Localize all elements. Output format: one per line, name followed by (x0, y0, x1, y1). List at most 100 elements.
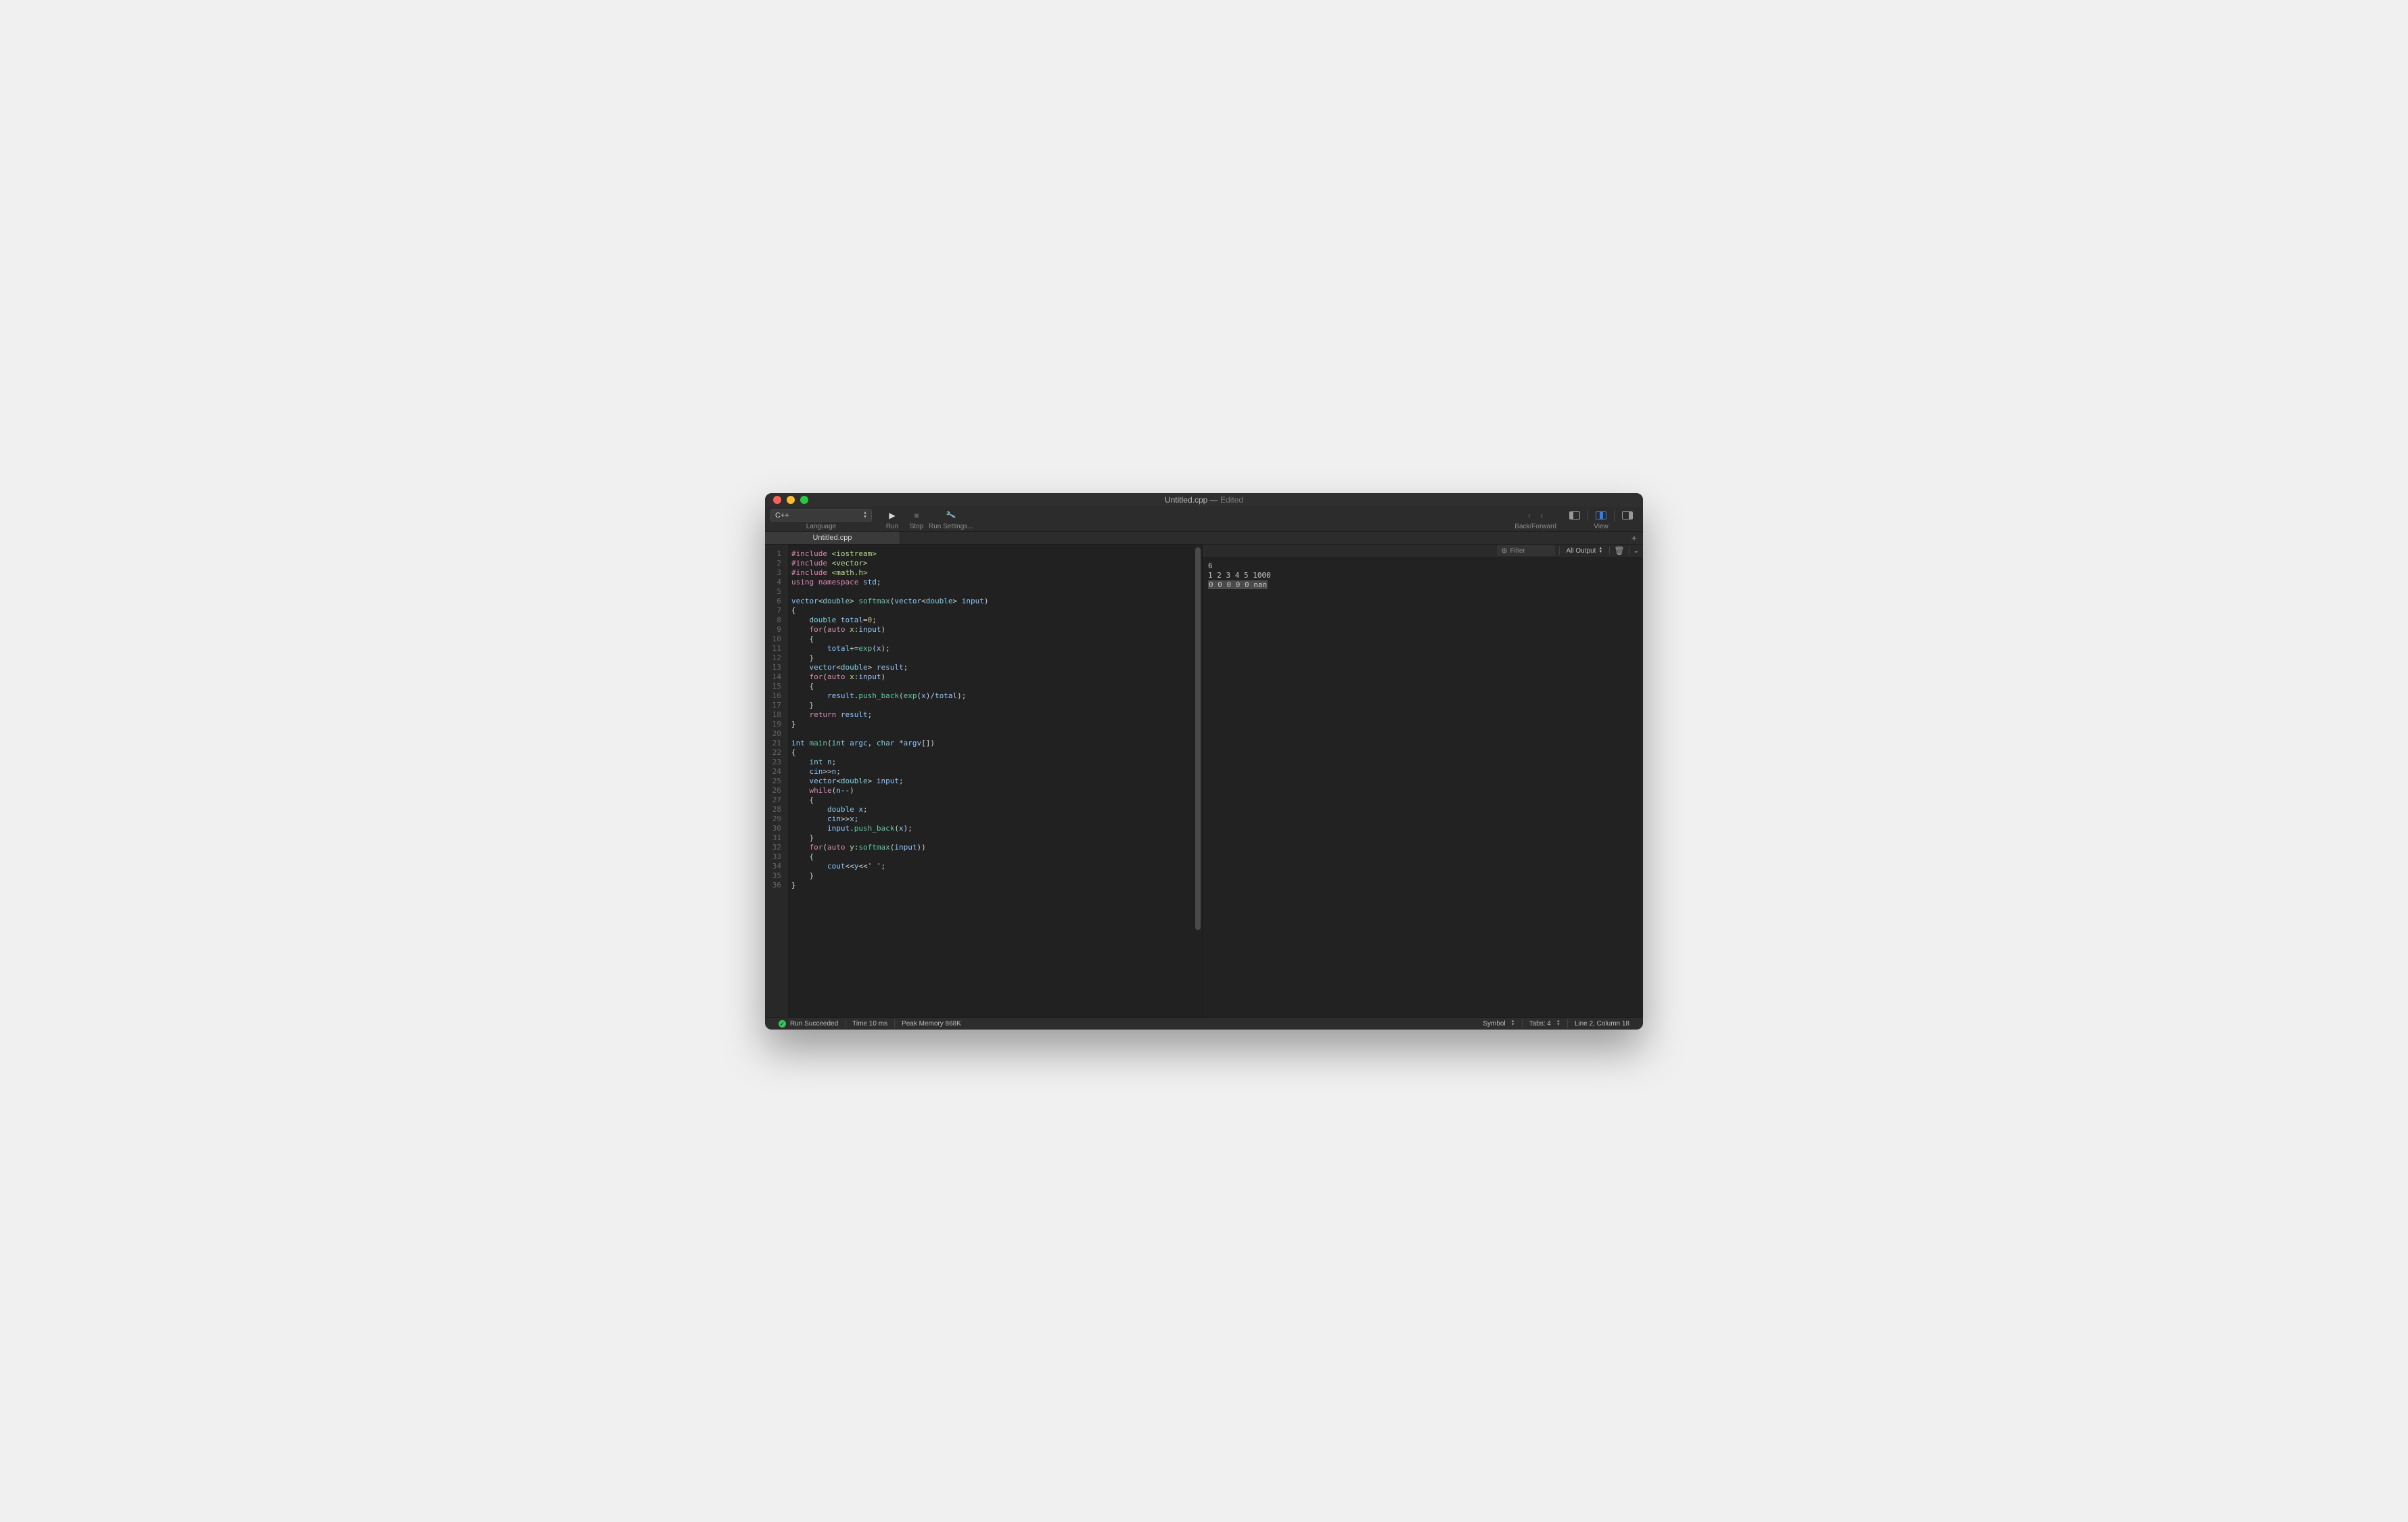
panel-right-icon (1622, 511, 1633, 520)
line-number: 36 (765, 881, 781, 890)
app-window: Untitled.cpp — Edited C++ ▲▼ Language ▶ … (765, 493, 1643, 1030)
panel-middle-icon (1596, 511, 1606, 520)
language-select[interactable]: C++ ▲▼ (770, 509, 872, 522)
titlebar[interactable]: Untitled.cpp — Edited (765, 493, 1643, 507)
status-memory-label: Peak Memory 868K (902, 1020, 961, 1028)
trash-icon: 🗑 (1614, 546, 1624, 555)
separator (1614, 510, 1615, 521)
back-button[interactable]: ‹ (1523, 509, 1535, 522)
view-label: View (1594, 523, 1608, 530)
close-window-button[interactable] (773, 496, 781, 504)
status-memory: Peak Memory 868K (895, 1018, 968, 1030)
tab-name: Untitled.cpp (812, 534, 852, 542)
stop-icon: ■ (914, 511, 919, 520)
line-number: 21 (765, 739, 781, 748)
tab-active[interactable]: Untitled.cpp (765, 532, 900, 544)
title-edited: Edited (1220, 495, 1243, 505)
chevron-down-icon: ⌄ (1634, 547, 1639, 555)
code-editor[interactable]: #include <iostream> #include <vector> #i… (787, 545, 1202, 1017)
language-group: C++ ▲▼ Language (770, 509, 872, 530)
plus-icon: + (1631, 532, 1637, 543)
status-right-group: Symbol ▲▼ Tabs: 4 ▲▼ Line 2, Column 18 (1476, 1019, 1636, 1028)
line-number: 8 (765, 616, 781, 625)
line-number: 14 (765, 672, 781, 682)
line-number: 11 (765, 644, 781, 653)
view-middle-panel-button[interactable] (1592, 509, 1610, 522)
separator (1559, 547, 1560, 555)
view-group: View (1565, 509, 1638, 530)
status-cursor-label: Line 2, Column 18 (1575, 1020, 1629, 1028)
line-number: 19 (765, 720, 781, 729)
separator (1609, 547, 1610, 555)
stop-group: ■ Stop (904, 509, 929, 530)
backforward-buttons: ‹ › (1523, 509, 1548, 522)
line-number: 28 (765, 805, 781, 814)
status-symbol-select[interactable]: Symbol ▲▼ (1476, 1020, 1521, 1028)
select-arrows-icon: ▲▼ (863, 511, 867, 519)
line-number: 30 (765, 824, 781, 833)
status-run-label: Run Succeeded (790, 1020, 838, 1028)
line-number: 15 (765, 682, 781, 691)
view-right-panel-button[interactable] (1619, 509, 1636, 522)
line-number: 34 (765, 862, 781, 871)
line-number: 2 (765, 559, 781, 568)
check-icon: ✓ (779, 1020, 786, 1028)
line-number: 22 (765, 748, 781, 758)
filter-placeholder: Filter (1510, 547, 1525, 555)
select-arrows-icon: ▲▼ (1598, 547, 1602, 554)
line-number: 32 (765, 843, 781, 852)
scrollbar-thumb[interactable] (1195, 547, 1201, 931)
line-number: 18 (765, 710, 781, 720)
language-value: C++ (775, 511, 789, 520)
editor-scrollbar[interactable] (1195, 547, 1201, 1015)
status-tabs-select[interactable]: Tabs: 4 ▲▼ (1523, 1020, 1567, 1028)
filter-icon (1501, 547, 1508, 554)
tab-bar: Untitled.cpp + (765, 532, 1643, 545)
minimize-window-button[interactable] (787, 496, 795, 504)
status-time: Time 10 ms (846, 1018, 894, 1030)
run-label: Run (886, 523, 898, 530)
status-run: ✓ Run Succeeded (772, 1018, 845, 1030)
clear-output-button[interactable]: 🗑 (1614, 546, 1624, 555)
output-expand-button[interactable]: ⌄ (1634, 547, 1639, 555)
tab-add-button[interactable]: + (1625, 532, 1643, 544)
line-number: 24 (765, 767, 781, 777)
toolbar: C++ ▲▼ Language ▶ Run ■ Stop (765, 507, 1643, 532)
line-number: 10 (765, 635, 781, 644)
wrench-icon: 🔧 (945, 509, 956, 520)
editor-pane: 1234567891011121314151617181920212223242… (765, 545, 1203, 1017)
zoom-window-button[interactable] (800, 496, 808, 504)
output-selector[interactable]: All Output ▲▼ (1564, 547, 1606, 555)
line-number: 4 (765, 578, 781, 587)
stop-button[interactable]: ■ (904, 509, 929, 522)
status-bar: ✓ Run Succeeded Time 10 ms Peak Memory 8… (765, 1017, 1643, 1030)
line-number: 16 (765, 691, 781, 701)
line-number: 29 (765, 814, 781, 824)
line-number: 3 (765, 568, 781, 578)
status-cursor[interactable]: Line 2, Column 18 (1568, 1020, 1636, 1028)
title-sep: — (1207, 495, 1220, 505)
run-group: ▶ Run (880, 509, 904, 530)
panel-left-icon (1569, 511, 1580, 520)
chevron-right-icon: › (1540, 511, 1543, 520)
run-settings-label: Run Settings... (929, 523, 973, 530)
view-left-panel-button[interactable] (1566, 509, 1583, 522)
console-line: 0 0 0 0 0 nan (1208, 580, 1638, 590)
output-filter-input[interactable]: Filter (1497, 545, 1555, 556)
run-settings-button[interactable]: 🔧 (939, 509, 963, 522)
line-number: 23 (765, 758, 781, 767)
line-number: 13 (765, 663, 781, 672)
page: Untitled.cpp — Edited C++ ▲▼ Language ▶ … (0, 0, 2408, 1522)
forward-button[interactable]: › (1535, 509, 1548, 522)
title-filename: Untitled.cpp (1165, 495, 1207, 505)
window-title: Untitled.cpp — Edited (765, 495, 1643, 505)
line-number: 27 (765, 795, 781, 805)
line-number: 31 (765, 833, 781, 843)
line-number: 26 (765, 786, 781, 795)
backforward-group: ‹ › Back/Forward (1514, 509, 1556, 530)
line-number: 33 (765, 852, 781, 862)
line-number: 5 (765, 587, 781, 597)
run-button[interactable]: ▶ (880, 509, 904, 522)
play-icon: ▶ (889, 511, 895, 520)
console-output[interactable]: 61 2 3 4 5 10000 0 0 0 0 nan (1203, 558, 1643, 1017)
